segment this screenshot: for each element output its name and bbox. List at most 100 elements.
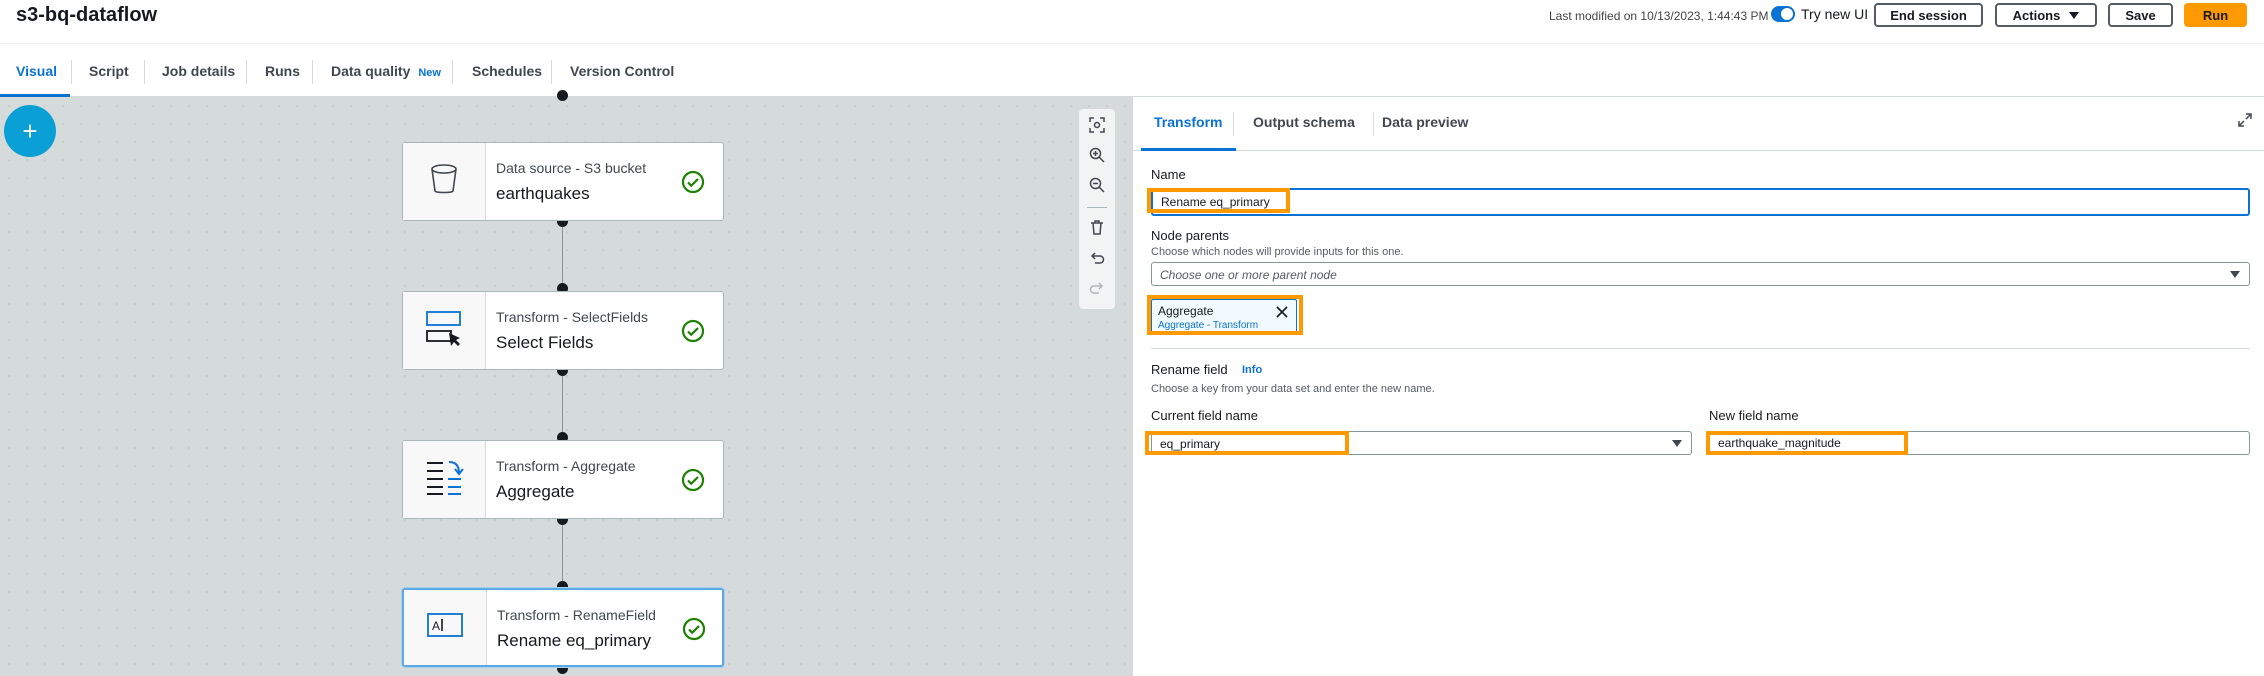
tab-separator: [312, 60, 313, 84]
try-new-ui-label: Try new UI: [1801, 6, 1869, 22]
tab-job-details[interactable]: Job details: [162, 63, 235, 79]
node-subtitle: Transform - Aggregate: [496, 458, 636, 474]
canvas-toolbar: [1079, 109, 1115, 309]
new-field-name-label: New field name: [1709, 408, 1799, 423]
glue-studio-app: s3-bq-dataflow Last modified on 10/13/20…: [0, 0, 2264, 676]
actions-button[interactable]: Actions: [1995, 3, 2097, 27]
node-name-input[interactable]: [1151, 188, 2250, 216]
node-parents-placeholder: Choose one or more parent node: [1160, 268, 1337, 282]
current-field-name-value: eq_primary: [1160, 437, 1221, 451]
node-title: earthquakes: [496, 184, 590, 203]
actions-label: Actions: [2012, 7, 2061, 23]
current-field-name-select[interactable]: eq_primary: [1151, 431, 1692, 455]
node-properties-panel: Transform Output schema Data preview Nam…: [1132, 97, 2264, 676]
node-subtitle: Transform - RenameField: [497, 607, 656, 623]
save-button[interactable]: Save: [2108, 3, 2173, 27]
caret-down-icon: [1672, 440, 1682, 447]
visual-canvas[interactable]: + Data source - S3 bucket earthquakes Tr…: [0, 90, 1132, 676]
section-divider: [1151, 348, 2250, 349]
tab-transform[interactable]: Transform: [1154, 114, 1222, 130]
node-subtitle: Transform - SelectFields: [496, 309, 648, 325]
redo-icon[interactable]: [1085, 275, 1109, 299]
node-aggregate[interactable]: Transform - Aggregate Aggregate: [402, 440, 724, 519]
tab-separator: [551, 60, 552, 84]
parent-node-token: Aggregate Aggregate - Transform: [1151, 299, 1297, 335]
name-label: Name: [1151, 167, 1186, 182]
check-circle-icon: [682, 617, 706, 646]
node-parents-label: Node parents: [1151, 228, 1230, 243]
tab-separator: [71, 60, 72, 84]
tab-visual[interactable]: Visual: [16, 63, 57, 79]
info-link[interactable]: Info: [1242, 364, 1262, 376]
undo-icon[interactable]: [1085, 245, 1109, 269]
trash-icon[interactable]: [1085, 215, 1109, 239]
tab-script[interactable]: Script: [89, 63, 129, 79]
add-node-button[interactable]: +: [4, 105, 56, 157]
job-tabs: Visual Script Job details Runs Data qual…: [0, 44, 2264, 97]
token-title: Aggregate: [1158, 304, 1214, 318]
panel-tabs: Transform Output schema Data preview: [1133, 97, 2264, 151]
app-header: s3-bq-dataflow Last modified on 10/13/20…: [0, 0, 2264, 44]
fit-view-icon[interactable]: [1085, 113, 1109, 137]
tab-separator: [144, 60, 145, 84]
node-icon-box: [403, 143, 486, 220]
node-data-source-s3[interactable]: Data source - S3 bucket earthquakes: [402, 142, 724, 221]
svg-text:A: A: [432, 619, 440, 633]
select-fields-icon: [424, 308, 464, 353]
tab-data-quality-label: Data quality: [331, 63, 411, 79]
check-circle-icon: [681, 170, 705, 199]
node-icon-box: [403, 292, 486, 369]
graph-edge: [562, 371, 563, 438]
close-icon[interactable]: [1276, 305, 1288, 323]
tab-separator: [452, 60, 453, 84]
node-parents-select[interactable]: Choose one or more parent node: [1151, 262, 2250, 286]
node-title: Select Fields: [496, 333, 594, 352]
bucket-icon: [429, 163, 459, 200]
node-icon-box: [403, 441, 486, 518]
rename-field-icon: A: [426, 611, 464, 644]
zoom-out-icon[interactable]: [1085, 173, 1109, 197]
toolbar-divider: [1087, 207, 1107, 208]
new-field-name-input[interactable]: [1709, 431, 2250, 455]
caret-down-icon: [2069, 11, 2080, 19]
tab-data-preview[interactable]: Data preview: [1382, 114, 1468, 130]
caret-down-icon: [2230, 271, 2240, 278]
rename-field-description: Choose a key from your data set and ente…: [1151, 383, 1435, 395]
zoom-in-icon[interactable]: [1085, 143, 1109, 167]
tab-schedules[interactable]: Schedules: [472, 63, 542, 79]
graph-edge: [562, 222, 563, 289]
try-new-ui-toggle[interactable]: [1771, 6, 1795, 22]
node-title: Rename eq_primary: [497, 631, 652, 650]
check-circle-icon: [681, 468, 705, 497]
tab-separator: [1233, 112, 1234, 136]
last-modified-text: Last modified on 10/13/2023, 1:44:43 PM: [1549, 9, 1769, 23]
active-panel-tab-indicator: [1141, 148, 1236, 151]
node-title: Aggregate: [496, 482, 575, 501]
check-circle-icon: [681, 319, 705, 348]
graph-edge: [562, 520, 563, 587]
expand-icon[interactable]: [2238, 113, 2252, 132]
tab-separator: [246, 60, 247, 84]
end-session-label: End session: [1890, 7, 1967, 23]
node-parents-description: Choose which nodes will provide inputs f…: [1151, 246, 1404, 258]
end-session-button[interactable]: End session: [1874, 3, 1983, 27]
token-subtitle: Aggregate - Transform: [1158, 320, 1259, 331]
rename-field-label: Rename field: [1151, 362, 1228, 377]
tab-runs[interactable]: Runs: [265, 63, 300, 79]
tab-output-schema[interactable]: Output schema: [1253, 114, 1355, 130]
node-rename-field[interactable]: A Transform - RenameField Rename eq_prim…: [402, 588, 724, 667]
node-input-port[interactable]: [557, 90, 568, 101]
node-subtitle: Data source - S3 bucket: [496, 160, 647, 176]
save-label: Save: [2125, 7, 2156, 23]
job-title: s3-bq-dataflow: [16, 4, 158, 26]
new-badge: New: [418, 67, 441, 79]
tab-separator: [1373, 112, 1374, 136]
run-button[interactable]: Run: [2184, 3, 2247, 27]
tab-version-control[interactable]: Version Control: [570, 63, 674, 79]
toggle-knob: [1781, 8, 1793, 20]
run-label: Run: [2202, 7, 2229, 23]
tab-data-quality[interactable]: Data quality New: [331, 63, 441, 79]
node-select-fields[interactable]: Transform - SelectFields Select Fields: [402, 291, 724, 370]
aggregate-icon: [424, 457, 464, 502]
node-icon-box: A: [404, 590, 487, 665]
